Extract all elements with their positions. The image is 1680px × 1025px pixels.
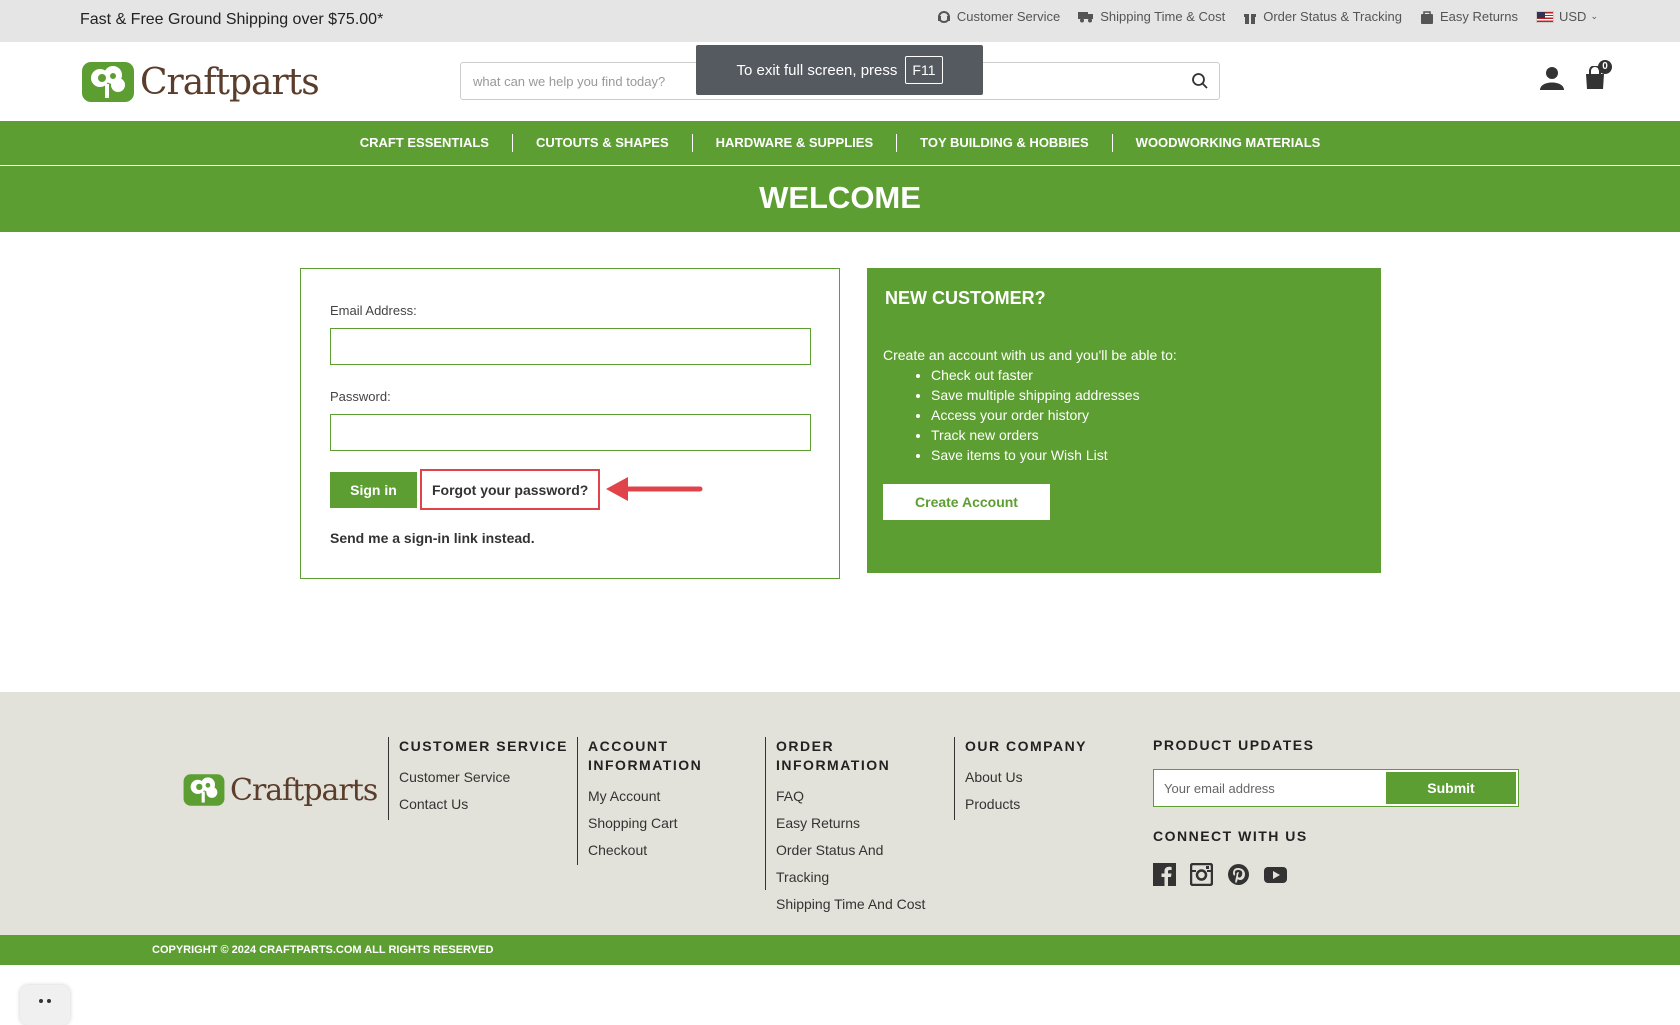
email-label: Email Address:	[330, 303, 417, 318]
cart-count-badge: 0	[1598, 60, 1612, 74]
gift-icon	[1244, 13, 1257, 24]
footer-link[interactable]: Easy Returns	[776, 810, 935, 837]
password-field-wrapper	[330, 414, 811, 451]
main-nav: CRAFT ESSENTIALS CUTOUTS & SHAPES HARDWA…	[0, 121, 1680, 165]
nav-item-hardware-supplies[interactable]: HARDWARE & SUPPLIES	[693, 134, 898, 152]
chevron-down-icon: ⌄	[1590, 11, 1598, 21]
list-item: Save multiple shipping addresses	[931, 385, 1140, 405]
new-customer-intro: Create an account with us and you'll be …	[883, 347, 1177, 363]
top-link-shipping[interactable]: Shipping Time & Cost	[1078, 9, 1225, 24]
facebook-icon[interactable]	[1153, 863, 1176, 886]
top-link-label: Shipping Time & Cost	[1100, 9, 1226, 24]
password-label: Password:	[330, 389, 391, 404]
nav-item-toy-building[interactable]: TOY BUILDING & HOBBIES	[897, 134, 1113, 152]
newsletter-email-input[interactable]	[1154, 770, 1388, 806]
footer-link[interactable]: Contact Us	[399, 791, 568, 818]
top-links: Customer Service Shipping Time & Cost Or…	[919, 9, 1598, 24]
footer-link[interactable]: Shipping Time And Cost	[776, 891, 935, 918]
product-updates: PRODUCT UPDATES Submit CONNECT WITH US	[1153, 737, 1519, 887]
footer-logo[interactable]: Craftparts	[182, 772, 378, 808]
youtube-icon[interactable]	[1264, 863, 1287, 886]
nav-item-woodworking[interactable]: WOODWORKING MATERIALS	[1113, 134, 1344, 152]
copyright-text: COPYRIGHT © 2024 CRAFTPARTS.COM ALL RIGH…	[152, 944, 494, 956]
product-updates-title: PRODUCT UPDATES	[1153, 737, 1315, 753]
search-icon[interactable]	[1191, 72, 1209, 95]
shipping-promo: Fast & Free Ground Shipping over $75.00*	[80, 11, 384, 28]
copyright-bar: COPYRIGHT © 2024 CRAFTPARTS.COM ALL RIGH…	[0, 935, 1680, 965]
tree-logo-icon	[82, 62, 134, 102]
footer-col-customer-service: CUSTOMER SERVICE Customer Service Contac…	[388, 737, 568, 820]
currency-selector[interactable]: USD ⌄	[1536, 9, 1598, 24]
footer-col-title: CUSTOMER SERVICE	[399, 738, 568, 754]
site-footer: Craftparts CUSTOMER SERVICE Customer Ser…	[0, 692, 1680, 935]
new-customer-title: NEW CUSTOMER?	[885, 288, 1046, 308]
red-arrow-annotation	[606, 477, 703, 501]
footer-col-title: OUR COMPANY	[965, 738, 1088, 754]
forgot-password-link[interactable]: Forgot your password?	[420, 469, 600, 510]
newsletter-form: Submit	[1153, 769, 1519, 807]
page-title: WELCOME	[759, 180, 921, 215]
create-account-button[interactable]: Create Account	[883, 484, 1050, 520]
email-field[interactable]	[331, 329, 810, 364]
footer-link[interactable]: About Us	[965, 764, 1114, 791]
list-item: Save items to your Wish List	[931, 445, 1140, 465]
top-link-returns[interactable]: Easy Returns	[1420, 9, 1518, 24]
top-link-label: Easy Returns	[1439, 9, 1518, 24]
pinterest-icon[interactable]	[1227, 863, 1250, 886]
footer-link[interactable]: Shopping Cart	[588, 810, 727, 837]
header-icons: 0	[1540, 60, 1612, 95]
headset-icon	[937, 10, 950, 23]
social-links	[1153, 862, 1301, 887]
newsletter-submit-button[interactable]: Submit	[1386, 772, 1516, 804]
footer-col-order: ORDER INFORMATION FAQ Easy Returns Order…	[765, 737, 935, 912]
login-form: Email Address: Password: Sign in Forgot …	[300, 268, 840, 579]
list-item: Check out faster	[931, 365, 1140, 385]
footer-col-title: ACCOUNT INFORMATION	[588, 738, 703, 773]
cart-icon[interactable]: 0	[1584, 60, 1612, 95]
return-bag-icon	[1420, 10, 1433, 24]
nav-item-craft-essentials[interactable]: CRAFT ESSENTIALS	[337, 134, 513, 152]
sign-in-link[interactable]: Send me a sign-in link instead.	[330, 530, 535, 546]
footer-link[interactable]: Checkout	[588, 837, 727, 864]
nav-item-cutouts-shapes[interactable]: CUTOUTS & SHAPES	[513, 134, 693, 152]
logo-text: Craftparts	[230, 772, 378, 808]
top-bar: Fast & Free Ground Shipping over $75.00*…	[0, 0, 1680, 42]
footer-col-account: ACCOUNT INFORMATION My Account Shopping …	[577, 737, 727, 865]
chat-widget-icon[interactable]	[20, 985, 70, 1025]
footer-link[interactable]: Customer Service	[399, 764, 568, 791]
fullscreen-message: To exit full screen, press	[736, 61, 898, 79]
benefits-list: Check out faster Save multiple shipping …	[931, 365, 1140, 465]
footer-link[interactable]: Order Status And Tracking	[776, 837, 935, 891]
new-customer-panel: NEW CUSTOMER? Create an account with us …	[867, 268, 1381, 573]
fullscreen-key: F11	[905, 56, 943, 84]
footer-link[interactable]: My Account	[588, 783, 727, 810]
list-item: Track new orders	[931, 425, 1140, 445]
welcome-banner: WELCOME	[0, 166, 1680, 232]
footer-col-company: OUR COMPANY About Us Products	[954, 737, 1114, 820]
logo-text: Craftparts	[140, 61, 320, 103]
fullscreen-notice: To exit full screen, press F11	[696, 45, 983, 95]
instagram-icon[interactable]	[1189, 862, 1214, 887]
top-link-order-status[interactable]: Order Status & Tracking	[1243, 9, 1402, 24]
currency-label: USD	[1559, 9, 1587, 24]
list-item: Access your order history	[931, 405, 1140, 425]
password-field[interactable]	[331, 415, 810, 450]
top-link-label: Customer Service	[956, 9, 1061, 24]
footer-col-title: ORDER INFORMATION	[776, 738, 891, 773]
site-logo[interactable]: Craftparts	[80, 60, 320, 104]
truck-icon	[1078, 12, 1094, 23]
us-flag-icon	[1536, 10, 1554, 23]
account-icon[interactable]	[1540, 66, 1564, 95]
connect-title: CONNECT WITH US	[1153, 828, 1308, 844]
top-link-customer-service[interactable]: Customer Service	[937, 9, 1060, 24]
sign-in-button[interactable]: Sign in	[330, 472, 417, 508]
tree-logo-icon	[183, 774, 225, 806]
top-link-label: Order Status & Tracking	[1263, 9, 1402, 24]
footer-link[interactable]: FAQ	[776, 783, 935, 810]
footer-link[interactable]: Products	[965, 791, 1114, 818]
email-field-wrapper	[330, 328, 811, 365]
